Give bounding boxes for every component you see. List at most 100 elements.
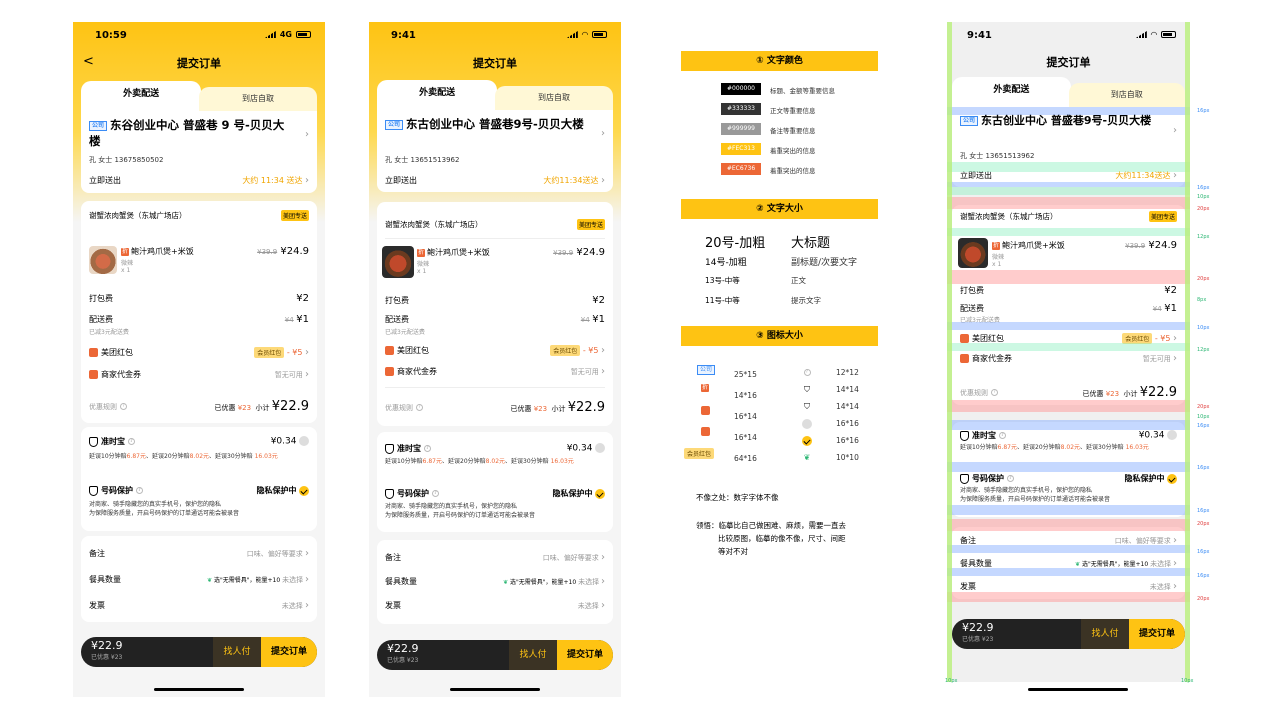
extra-card: 备注 口味、偏好等要求 › 餐具数量 ❦ 选"无需餐具"，能量+10 未选择 › 发… (377, 540, 613, 624)
tab-delivery[interactable]: 外卖配送 (952, 77, 1071, 107)
submit-order-button[interactable]: 提交订单 (261, 637, 317, 667)
home-indicator (1028, 688, 1128, 691)
tableware-row[interactable]: 餐具数量 ❦ 选"无需餐具"，能量+10 未选择 › (89, 574, 309, 585)
invoice-row[interactable]: 发票 未选择 › (385, 600, 605, 611)
icon-sizes-left: 25*15 14*16 16*14 16*14 64*16 (734, 370, 757, 463)
redpack-value: - ¥5 (582, 346, 599, 355)
color-swatch: #FEC313 (721, 143, 761, 155)
service-card: 准时宝? ¥0.34 延误10分钟赔6.87元、延误20分钟赔8.02元、延误30… (377, 432, 613, 532)
tab-pickup[interactable]: 到店自取 (495, 86, 613, 110)
shield-icon (385, 488, 394, 499)
font-use-14: 副标题/次要文字 (791, 258, 858, 268)
color-usage-label: 着重突出的信息 (770, 167, 816, 175)
privacy-desc2: 为保障服务质量，开启号码保护的订单通话可能会被录音 (89, 510, 240, 517)
page-title: 提交订单 (177, 57, 221, 70)
subtotal: ¥22.9 (567, 400, 605, 415)
status-icons: ◠ (566, 30, 607, 39)
address-card[interactable]: 公司 东古创业中心 普盛巷9号-贝贝大楼 › 孔 女士 13651513962 立… (952, 107, 1185, 187)
eta-text[interactable]: 大约11:34送达 › (543, 175, 605, 186)
margin-label: 16px (1197, 549, 1210, 555)
tab-pickup[interactable]: 到店自取 (1068, 83, 1185, 107)
margin-label: 16px (1197, 185, 1210, 191)
privacy-label: 号码保护 (101, 486, 133, 495)
delivery-label: 配送费 (385, 315, 409, 324)
discount-rule[interactable]: 优惠规则? (385, 403, 423, 413)
invoice-label: 发票 (385, 601, 401, 610)
item-old-price: ¥39.9 (257, 248, 278, 256)
address-text: 东古创业中心 普盛巷9号-贝贝大楼 (406, 117, 584, 131)
service-card: 准时宝? ¥0.34 延误10分钟赔6.87元、延误20分钟赔8.02元、延误30… (81, 427, 317, 531)
margin-label: 16px (1197, 465, 1210, 471)
phone-mockup-original: 10:59 4G < 提交订单 外卖配送 到店自取 公司 东谷创业中心 普盛巷 9… (73, 22, 325, 697)
tableware-row[interactable]: 餐具数量 ❦ 选"无需餐具"，能量+10 未选择 › (385, 576, 605, 587)
delivery-fee: ¥1 (592, 314, 605, 325)
food-image (382, 246, 414, 278)
pack-label: 打包费 (385, 296, 409, 305)
status-time: 10:59 (95, 30, 127, 41)
ontime-label: 准时宝 (101, 437, 125, 446)
tab-delivery[interactable]: 外卖配送 (81, 81, 202, 111)
privacy-checkbox[interactable] (595, 488, 605, 499)
color-swatch: #EC6736 (721, 163, 761, 175)
find-pay-button[interactable]: 找人付 (213, 637, 261, 667)
shop-badge: 美团专送 (280, 210, 309, 221)
font-use-11: 提示文字 (791, 296, 821, 305)
item-old-price: ¥39.9 (553, 249, 574, 257)
leaf-icon: ❦ (503, 579, 509, 586)
right-margin-guide (1185, 22, 1190, 682)
address-card[interactable]: 公司 东谷创业中心 普盛巷 9 号-贝贝大楼 › 孔 女士 13675850502… (81, 111, 317, 193)
margin-label: 8px (1197, 297, 1207, 303)
redpack-row[interactable]: 美团红包 会员红包 - ¥5 › (385, 345, 605, 356)
color-usage-label: 标题、金额等重要信息 (770, 87, 835, 95)
address-text: 东谷创业中心 普盛巷 9 号-贝贝大楼 (89, 118, 285, 148)
ontime-desc: 延误10分钟赔6.87元、延误20分钟赔8.02元、延误30分钟赔 16.03元 (385, 458, 574, 465)
vip-redpack-badge: 会员红包 (550, 345, 581, 356)
address-card[interactable]: 公司 东古创业中心 普盛巷9号-贝贝大楼 › 孔 女士 13651513962 立… (377, 110, 613, 192)
discount-icon-sample: 折 (701, 384, 709, 392)
margin-label: 10px (1197, 194, 1210, 200)
signal-icon (264, 31, 276, 38)
redpack-row[interactable]: 美团红包 会员红包 - ¥5 › (89, 347, 309, 358)
ontime-label: 准时宝 (397, 444, 421, 453)
find-pay-button[interactable]: 找人付 (509, 640, 557, 670)
ontime-checkbox[interactable] (299, 436, 309, 447)
status-time: 9:41 (967, 30, 992, 41)
submit-order-button[interactable]: 提交订单 (557, 640, 613, 670)
tab-delivery[interactable]: 外卖配送 (377, 80, 498, 110)
privacy-checkbox[interactable] (299, 485, 309, 496)
home-indicator (450, 688, 540, 691)
coupon-icon-sample (701, 427, 710, 436)
extra-card: 备注 口味、偏好等要求 › 餐具数量 ❦ 选"无需餐具"，能量+10 未选择 › 发… (81, 536, 317, 622)
eta-text[interactable]: 大约 11:34 送达 › (242, 175, 309, 186)
coupon-row[interactable]: 商家代金券 暂无可用 › (89, 369, 309, 380)
ontime-checkbox[interactable] (595, 443, 605, 454)
extra-card: 备注 口味、偏好等要求 › 餐具数量 ❦ 选"无需餐具"，能量+10 未选择 › 发… (952, 527, 1185, 599)
bottom-saved: 已优惠 ¥23 (387, 657, 419, 664)
font-size-20: 20号-加粗 (705, 236, 766, 251)
company-tag: 公司 (89, 120, 108, 131)
margin-label: 10px (1197, 325, 1210, 331)
section-text-size: ② 文字大小 (681, 199, 878, 219)
coupon-row[interactable]: 商家代金券 暂无可用 › (385, 366, 605, 377)
difference-note: 不像之处：数字字体不像 (696, 493, 779, 502)
food-image (89, 246, 117, 274)
remark-label: 备注 (385, 553, 401, 562)
discount-rule[interactable]: 优惠规则? (89, 402, 127, 412)
remark-row[interactable]: 备注 口味、偏好等要求 › (89, 548, 309, 559)
leaf-icon: ❦ (207, 577, 213, 584)
pack-fee: ¥2 (296, 293, 309, 304)
icon-samples-right: ? ⛉ ⛉ ❦ (802, 364, 812, 466)
tab-pickup[interactable]: 到店自取 (199, 87, 317, 111)
margin-label: 16px (1197, 423, 1210, 429)
food-image (958, 238, 988, 268)
left-margin-guide (947, 22, 952, 682)
discount-icon: 折 (121, 247, 129, 256)
checked-icon (802, 435, 812, 446)
battery-icon (296, 31, 311, 38)
pack-fee: ¥2 (592, 295, 605, 306)
margin-label: 10px (945, 678, 958, 684)
order-card: 谢蟹浓肉蟹煲（东城广场店） 美团专送 折鲍汁鸡爪煲+米饭 微辣 x 1 ¥39.9… (81, 201, 317, 423)
ontime-price: ¥0.34 (270, 436, 297, 447)
remark-row[interactable]: 备注 口味、偏好等要求 › (385, 552, 605, 563)
invoice-row[interactable]: 发票 未选择 › (89, 600, 309, 611)
